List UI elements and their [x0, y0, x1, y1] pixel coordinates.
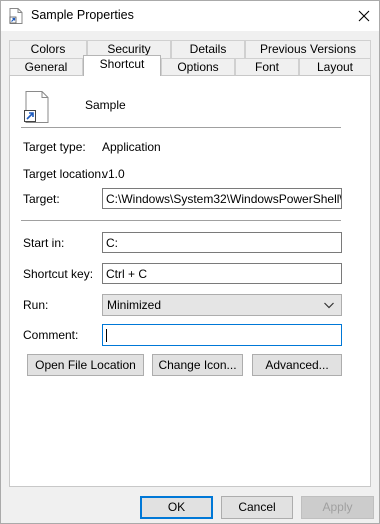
target-type-value: Application [102, 140, 161, 154]
tab-label: Details [189, 42, 227, 56]
file-shortcut-icon [9, 8, 23, 24]
start-in-text: C: [106, 236, 118, 250]
cancel-button[interactable]: Cancel [221, 496, 293, 519]
tab-details[interactable]: Details [171, 40, 245, 58]
change-icon-button[interactable]: Change Icon... [152, 354, 243, 376]
tab-label: Colors [30, 42, 66, 56]
run-selected-value: Minimized [107, 298, 162, 312]
tab-label: Shortcut [99, 57, 145, 71]
advanced-button[interactable]: Advanced... [252, 354, 342, 376]
start-in-input[interactable]: C: [102, 232, 342, 253]
shortcut-key-label: Shortcut key: [23, 267, 94, 281]
tab-label: Layout [316, 60, 354, 74]
tab-label: Font [254, 60, 279, 74]
tab-font[interactable]: Font [235, 58, 299, 76]
close-button[interactable] [349, 1, 379, 31]
ok-button[interactable]: OK [140, 496, 213, 519]
tab-colors[interactable]: Colors [9, 40, 87, 58]
shortcut-key-text: Ctrl + C [106, 267, 148, 281]
target-text: C:\Windows\System32\WindowsPowerShell\v1… [106, 192, 342, 206]
tab-previous-versions[interactable]: Previous Versions [245, 40, 371, 58]
tab-label: Options [177, 60, 219, 74]
chevron-down-icon [324, 302, 334, 309]
target-label: Target: [23, 192, 60, 206]
target-location-value: v1.0 [102, 167, 125, 181]
target-type-label: Target type: [23, 140, 86, 154]
divider [21, 220, 341, 221]
comment-label: Comment: [23, 328, 79, 342]
tab-options[interactable]: Options [161, 58, 235, 76]
tab-label: Previous Versions [259, 42, 357, 56]
comment-input[interactable] [102, 324, 342, 346]
shortcut-file-icon [24, 91, 49, 123]
properties-dialog: Sample Properties Colors Security Detail… [0, 0, 380, 524]
text-caret [106, 329, 107, 343]
tab-label: Security [107, 42, 151, 56]
tab-layout[interactable]: Layout [299, 58, 371, 76]
run-select[interactable]: Minimized [102, 294, 342, 316]
target-location-label: Target location: [23, 167, 105, 181]
target-input[interactable]: C:\Windows\System32\WindowsPowerShell\v1… [102, 188, 342, 209]
title-bar: Sample Properties [1, 1, 379, 31]
apply-button[interactable]: Apply [301, 496, 374, 519]
shortcut-name: Sample [85, 98, 126, 112]
divider [21, 127, 341, 128]
window-title: Sample Properties [31, 8, 134, 22]
close-icon [358, 10, 370, 22]
start-in-label: Start in: [23, 236, 65, 250]
tab-general[interactable]: General [9, 58, 83, 76]
run-label: Run: [23, 298, 49, 312]
open-file-location-button[interactable]: Open File Location [27, 354, 144, 376]
shortcut-key-input[interactable]: Ctrl + C [102, 263, 342, 284]
tab-label: General [24, 60, 68, 74]
tab-shortcut[interactable]: Shortcut [83, 55, 161, 76]
